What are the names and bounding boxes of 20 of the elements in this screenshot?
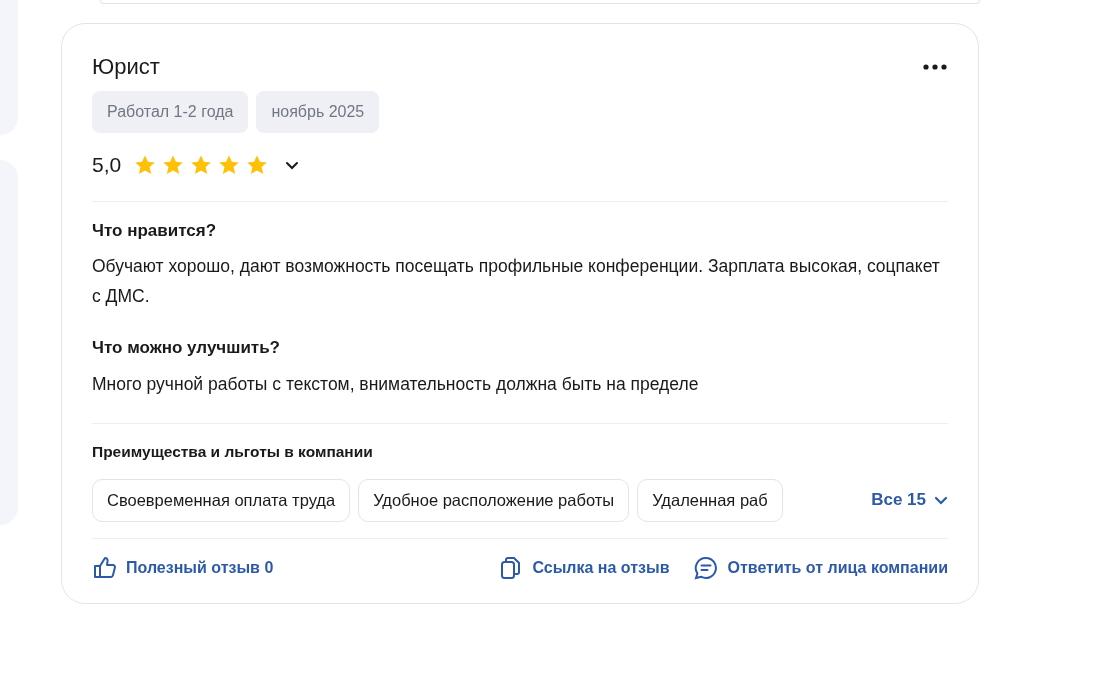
review-text: Обучают хорошо, дают возможность посещать профильные конференции. Зарплата высокая, соцпакет с ДМС.: [92, 255, 941, 308]
review-text: Много ручной работы с текстом, внимательность должна быть на пределе: [92, 372, 700, 396]
section-heading: Что нравится?: [92, 219, 218, 242]
tag: Работал 1-2 года: [92, 91, 249, 133]
tag: ноябрь 2025: [256, 91, 380, 133]
rating-score: 5,0: [92, 152, 122, 178]
benefit-chip: Удобное расположение работы: [358, 478, 630, 522]
section-heading: Что можно улучшить?: [92, 337, 281, 359]
reply-link[interactable]: Ответить от лица компании: [693, 554, 948, 581]
benefit-chip: Своевременная оплата труда: [92, 478, 351, 522]
helpful-button[interactable]: Полезный отзыв 0: [92, 554, 274, 581]
benefits-heading: Преимущества и льготы в компании: [92, 441, 374, 462]
chevron-down-icon: [285, 161, 300, 170]
show-all-link[interactable]: Все 15: [871, 487, 948, 513]
review-link[interactable]: Ссылка на отзыв: [498, 554, 670, 581]
job-title: Юрист: [92, 53, 160, 81]
chevron-down-icon: [934, 495, 948, 505]
benefit-chip: Удаленная раб: [637, 478, 783, 522]
thumbs-up-icon: [92, 554, 118, 581]
chat-bubble-icon: [693, 554, 720, 581]
